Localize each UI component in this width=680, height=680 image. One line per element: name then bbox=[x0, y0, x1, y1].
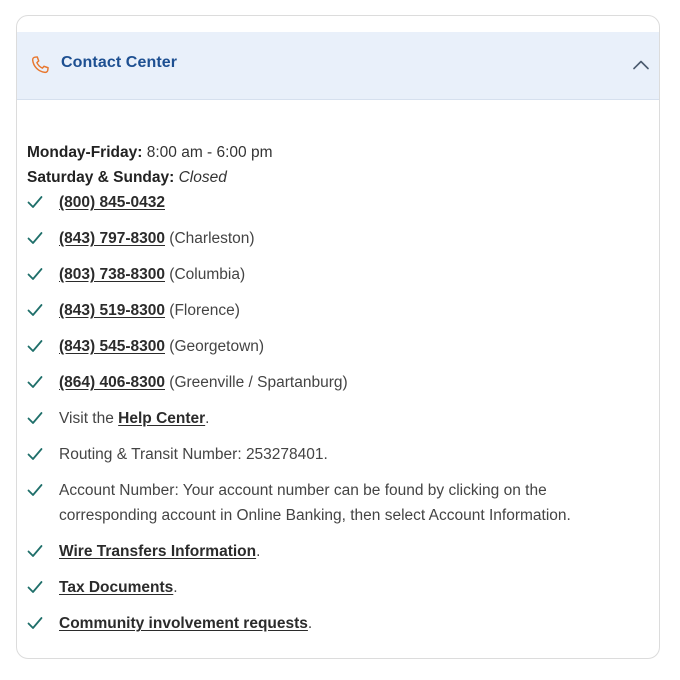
weekend-hours: Saturday & Sunday: Closed bbox=[27, 165, 647, 190]
weekday-hours: Monday-Friday: 8:00 am - 6:00 pm bbox=[27, 140, 647, 165]
check-icon bbox=[27, 581, 43, 593]
weekend-label: Saturday & Sunday: bbox=[27, 169, 175, 186]
list-item-suffix: (Charleston) bbox=[165, 230, 255, 247]
check-icon bbox=[27, 304, 43, 316]
contact-list: (800) 845-0432 (843) 797-8300 (Charlesto… bbox=[27, 190, 647, 636]
help-center-link[interactable]: Help Center bbox=[118, 410, 205, 427]
list-item: (843) 519-8300 (Florence) bbox=[27, 298, 647, 323]
accordion-header[interactable]: Contact Center bbox=[17, 32, 659, 100]
check-icon bbox=[27, 340, 43, 352]
list-item-suffix: . bbox=[307, 615, 313, 632]
wire-transfers-link[interactable]: Wire Transfers Information bbox=[59, 543, 256, 560]
phone-link-columbia[interactable]: (803) 738-8300 bbox=[59, 266, 165, 283]
check-icon bbox=[27, 448, 43, 460]
list-item: (800) 845-0432 bbox=[27, 190, 647, 215]
list-item: (864) 406-8300 (Greenville / Spartanburg… bbox=[27, 370, 647, 395]
community-requests-link[interactable]: Community involvement requests bbox=[59, 615, 308, 632]
check-icon bbox=[27, 232, 43, 244]
accordion-title: Contact Center bbox=[61, 54, 178, 71]
list-item: Tax Documents. bbox=[27, 575, 647, 600]
routing-number-text: Routing & Transit Number: 253278401. bbox=[59, 446, 328, 463]
list-item: Visit the Help Center. bbox=[27, 406, 647, 431]
weekend-value: Closed bbox=[178, 169, 227, 186]
chevron-up-icon[interactable] bbox=[631, 57, 651, 73]
list-item: (843) 545-8300 (Georgetown) bbox=[27, 334, 647, 359]
check-icon bbox=[27, 268, 43, 280]
check-icon bbox=[27, 412, 43, 424]
weekday-value: 8:00 am - 6:00 pm bbox=[146, 144, 273, 161]
list-item: (803) 738-8300 (Columbia) bbox=[27, 262, 647, 287]
list-item-suffix: (Georgetown) bbox=[165, 338, 265, 355]
phone-icon bbox=[31, 56, 49, 74]
weekday-label: Monday-Friday: bbox=[27, 144, 143, 161]
tax-documents-link[interactable]: Tax Documents bbox=[59, 579, 173, 596]
phone-link-greenville[interactable]: (864) 406-8300 bbox=[59, 374, 165, 391]
list-item-suffix: . bbox=[256, 543, 261, 560]
check-icon bbox=[27, 484, 43, 496]
account-number-text: Account Number: Your account number can … bbox=[59, 482, 571, 524]
check-icon bbox=[27, 196, 43, 208]
list-item-suffix: (Columbia) bbox=[165, 266, 246, 283]
check-icon bbox=[27, 545, 43, 557]
list-item: Account Number: Your account number can … bbox=[27, 478, 647, 528]
list-item-suffix: . bbox=[205, 410, 210, 427]
contact-center-card: Contact Center Monday-Friday: 8:00 am - … bbox=[16, 15, 660, 659]
phone-link-main[interactable]: (800) 845-0432 bbox=[59, 194, 165, 211]
list-item: (843) 797-8300 (Charleston) bbox=[27, 226, 647, 251]
phone-link-florence[interactable]: (843) 519-8300 bbox=[59, 302, 165, 319]
list-item: Routing & Transit Number: 253278401. bbox=[27, 442, 647, 467]
list-item: Community involvement requests. bbox=[27, 611, 647, 636]
accordion-content: Monday-Friday: 8:00 am - 6:00 pm Saturda… bbox=[27, 140, 647, 647]
list-item-prefix: Visit the bbox=[59, 410, 119, 427]
list-item-suffix: (Greenville / Spartanburg) bbox=[165, 374, 348, 391]
list-item: Wire Transfers Information. bbox=[27, 539, 647, 564]
check-icon bbox=[27, 376, 43, 388]
list-item-suffix: . bbox=[173, 579, 178, 596]
check-icon bbox=[27, 617, 43, 629]
phone-link-charleston[interactable]: (843) 797-8300 bbox=[59, 230, 165, 247]
phone-link-georgetown[interactable]: (843) 545-8300 bbox=[59, 338, 165, 355]
list-item-suffix: (Florence) bbox=[165, 302, 240, 319]
